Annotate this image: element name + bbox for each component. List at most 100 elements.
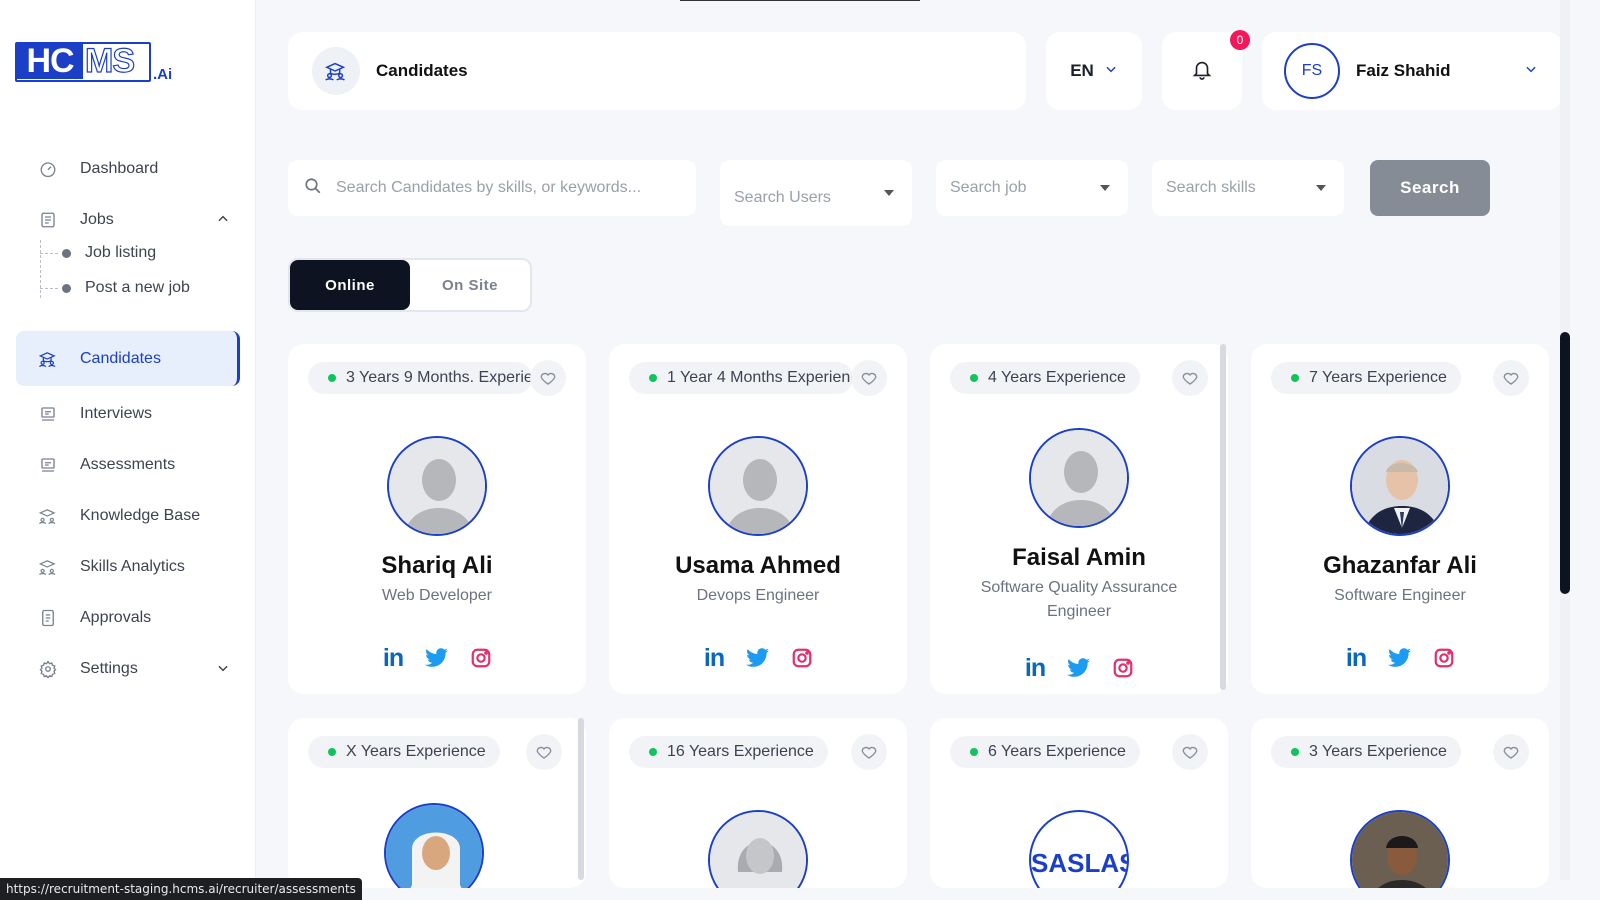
avatar-photo bbox=[1350, 810, 1450, 888]
linkedin-icon[interactable]: in bbox=[381, 644, 405, 672]
avatar-placeholder bbox=[708, 810, 808, 888]
subitem-label: Job listing bbox=[85, 244, 157, 261]
sidebar-item-interviews[interactable]: Interviews bbox=[16, 392, 244, 436]
linkedin-icon[interactable]: in bbox=[1344, 644, 1368, 672]
gear-icon bbox=[38, 659, 58, 679]
card-scrollbar[interactable] bbox=[578, 718, 584, 880]
bullet-dot bbox=[62, 248, 71, 258]
avatar-placeholder bbox=[708, 436, 808, 536]
sidebar-item-assessments[interactable]: Assessments bbox=[16, 443, 244, 487]
instagram-icon[interactable] bbox=[790, 646, 814, 670]
experience-badge: X Years Experience bbox=[308, 736, 500, 768]
online-dot bbox=[328, 374, 336, 382]
experience-badge: 7 Years Experience bbox=[1271, 362, 1461, 394]
status-url-bar: https://recruitment-staging.hcms.ai/recr… bbox=[0, 878, 362, 900]
sidebar-subitem-job-listing[interactable]: Job listing bbox=[40, 238, 156, 268]
notification-count-badge: 0 bbox=[1230, 30, 1250, 50]
candidate-role: Software Engineer bbox=[1334, 587, 1466, 604]
caret-down-icon bbox=[1316, 185, 1326, 191]
user-menu[interactable]: FS Faiz Shahid bbox=[1262, 32, 1562, 110]
candidate-name: Faisal Amin bbox=[1012, 544, 1146, 571]
knowledge-icon bbox=[38, 506, 58, 526]
heart-icon[interactable] bbox=[1172, 734, 1208, 770]
gauge-icon bbox=[38, 159, 58, 179]
chevron-up-icon bbox=[216, 212, 230, 231]
avatar-placeholder bbox=[1029, 428, 1129, 528]
linkedin-icon[interactable]: in bbox=[702, 644, 726, 672]
candidate-card[interactable]: 16 Years Experience bbox=[609, 718, 907, 888]
dropdown-placeholder: Search job bbox=[950, 179, 1027, 196]
bell-icon bbox=[1191, 57, 1213, 86]
sidebar-item-label: Approvals bbox=[80, 609, 152, 626]
heart-icon[interactable] bbox=[1493, 360, 1529, 396]
candidates-icon bbox=[312, 47, 360, 95]
chevron-down-icon bbox=[1104, 61, 1118, 81]
sidebar-item-label: Dashboard bbox=[80, 160, 159, 177]
page-title-bar: Candidates bbox=[288, 32, 1026, 110]
twitter-icon[interactable] bbox=[425, 646, 449, 670]
candidate-card[interactable]: 6 Years Experience SASLAS bbox=[930, 718, 1228, 888]
twitter-icon[interactable] bbox=[746, 646, 770, 670]
dropdown-placeholder: Search skills bbox=[1166, 179, 1256, 196]
search-skills-dropdown[interactable]: Search skills bbox=[1152, 160, 1344, 216]
instagram-icon[interactable] bbox=[1111, 656, 1135, 680]
heart-icon[interactable] bbox=[1493, 734, 1529, 770]
sidebar-item-settings[interactable]: Settings bbox=[16, 647, 244, 691]
candidate-card[interactable]: 1 Year 4 Months Experience Usama Ahmed D… bbox=[609, 344, 907, 694]
sidebar-subitem-post-job[interactable]: Post a new job bbox=[40, 273, 190, 303]
candidate-card[interactable]: 3 Years 9 Months. Experience Shariq Ali … bbox=[288, 344, 586, 694]
candidate-card[interactable]: 4 Years Experience Faisal Amin Software … bbox=[930, 344, 1228, 694]
heart-icon[interactable] bbox=[851, 360, 887, 396]
sidebar-item-label: Jobs bbox=[80, 211, 114, 228]
candidate-search-field[interactable]: Search Candidates by skills, or keywords… bbox=[288, 160, 696, 216]
subitem-label: Post a new job bbox=[85, 279, 190, 296]
experience-badge: 6 Years Experience bbox=[950, 736, 1140, 768]
twitter-icon[interactable] bbox=[1388, 646, 1412, 670]
sidebar-item-label: Candidates bbox=[80, 349, 161, 367]
card-scrollbar[interactable] bbox=[1220, 344, 1226, 690]
social-links: in bbox=[1251, 644, 1549, 672]
candidate-card[interactable]: 3 Years Experience bbox=[1251, 718, 1549, 888]
heart-icon[interactable] bbox=[1172, 360, 1208, 396]
analytics-icon bbox=[38, 557, 58, 577]
candidate-card[interactable]: X Years Experience bbox=[288, 718, 586, 888]
sidebar-item-label: Knowledge Base bbox=[80, 507, 201, 524]
experience-badge: 4 Years Experience bbox=[950, 362, 1140, 394]
hcms-logo[interactable]: HC MS .Ai bbox=[15, 42, 185, 88]
assessment-icon bbox=[38, 455, 58, 475]
candidate-card[interactable]: 7 Years Experience Ghazanfar Ali Softwar… bbox=[1251, 344, 1549, 694]
toggle-onsite[interactable]: On Site bbox=[410, 260, 530, 310]
linkedin-icon[interactable]: in bbox=[1023, 654, 1047, 682]
experience-badge: 3 Years 9 Months. Experience bbox=[308, 362, 532, 394]
language-label: EN bbox=[1070, 61, 1094, 80]
instagram-icon[interactable] bbox=[469, 646, 493, 670]
online-dot bbox=[649, 748, 657, 756]
heart-icon[interactable] bbox=[530, 360, 566, 396]
search-users-dropdown[interactable]: Search Users bbox=[720, 160, 912, 226]
chevron-down-icon bbox=[1524, 62, 1538, 81]
instagram-icon[interactable] bbox=[1432, 646, 1456, 670]
page-scrollbar-thumb[interactable] bbox=[1560, 332, 1570, 594]
search-job-dropdown[interactable]: Search job bbox=[936, 160, 1128, 216]
language-selector[interactable]: EN bbox=[1046, 32, 1142, 110]
notifications-button[interactable]: 0 bbox=[1162, 30, 1250, 110]
online-dot bbox=[970, 374, 978, 382]
sidebar-item-approvals[interactable]: Approvals bbox=[16, 596, 244, 640]
heart-icon[interactable] bbox=[526, 734, 562, 770]
online-dot bbox=[1291, 374, 1299, 382]
online-dot bbox=[970, 748, 978, 756]
twitter-icon[interactable] bbox=[1067, 656, 1091, 680]
sidebar-item-jobs[interactable]: Jobs bbox=[16, 198, 244, 242]
toggle-online[interactable]: Online bbox=[290, 260, 410, 310]
sidebar-item-knowledge-base[interactable]: Knowledge Base bbox=[16, 494, 244, 538]
search-button[interactable]: Search bbox=[1370, 160, 1490, 216]
sidebar: HC MS .Ai Dashboard Jobs Job listing Pos… bbox=[0, 0, 256, 900]
social-links: in bbox=[609, 644, 907, 672]
heart-icon[interactable] bbox=[851, 734, 887, 770]
sidebar-item-skills-analytics[interactable]: Skills Analytics bbox=[16, 545, 244, 589]
search-icon bbox=[304, 177, 322, 200]
sidebar-item-dashboard[interactable]: Dashboard bbox=[16, 147, 244, 191]
sidebar-item-candidates[interactable]: Candidates bbox=[16, 331, 240, 386]
sidebar-item-label: Skills Analytics bbox=[80, 558, 185, 575]
candidates-icon bbox=[38, 349, 58, 369]
